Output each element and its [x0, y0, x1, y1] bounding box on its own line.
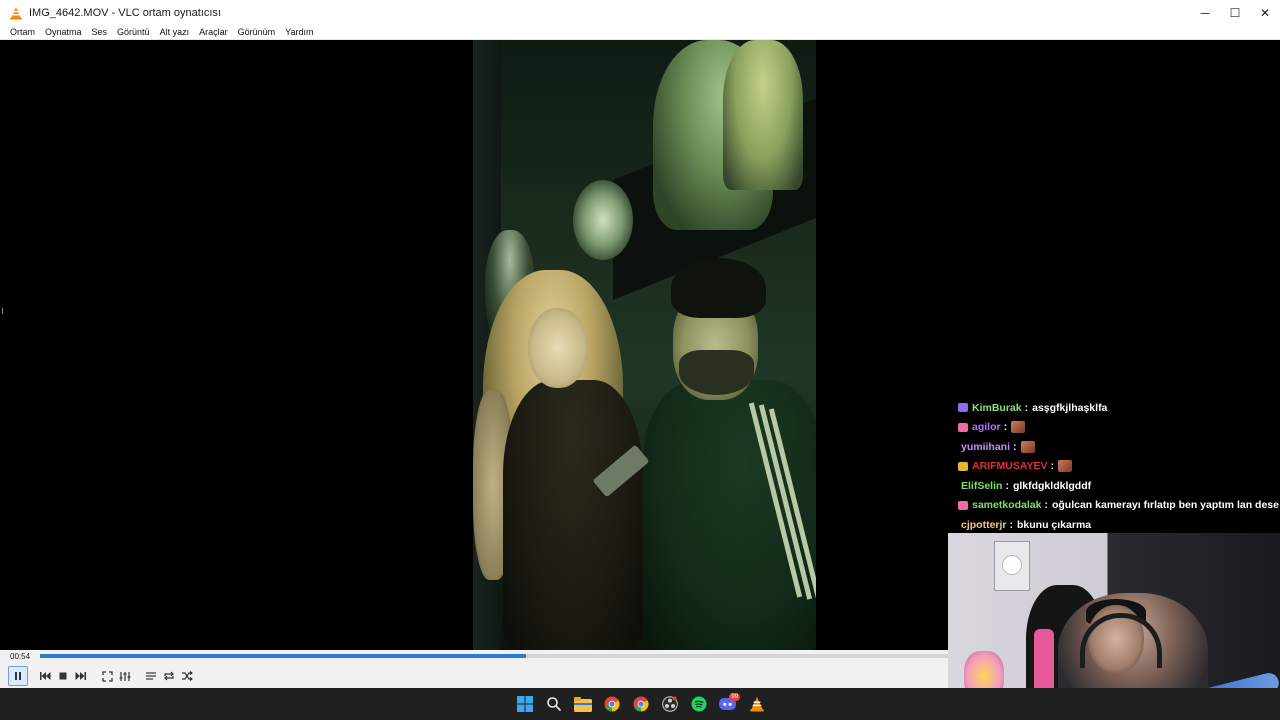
- stream-chat-overlay: KimBurak : asşgfkjlhaşklfa agilor : yumi…: [958, 398, 1280, 535]
- crowd-person: [573, 180, 633, 260]
- chat-separator: :: [1024, 401, 1029, 414]
- chat-separator: :: [1044, 499, 1048, 512]
- man-hair: [671, 258, 766, 318]
- spotify-icon[interactable]: [684, 688, 713, 720]
- loop-icon: [164, 671, 174, 681]
- menu-goruntu[interactable]: Görüntü: [112, 26, 155, 39]
- discord-icon[interactable]: 99: [713, 688, 742, 720]
- title-bar: IMG_4642.MOV - VLC ortam oynatıcısı ─ ☐ …: [0, 0, 1280, 26]
- chat-separator: :: [1013, 440, 1017, 453]
- side-marker: [2, 308, 3, 314]
- chat-message: sametkodalak : oğulcan kamerayı fırlatıp…: [958, 496, 1280, 516]
- chat-text: glkfdgkldklgddf: [1012, 479, 1092, 492]
- loop-button[interactable]: [160, 667, 178, 685]
- next-icon: [75, 672, 86, 680]
- cat-badge-icon: [958, 422, 968, 432]
- chat-text: asşgfkjlhaşklfa: [1032, 401, 1108, 414]
- discord-notification-badge: 99: [729, 693, 740, 701]
- maximize-button[interactable]: ☐: [1220, 0, 1250, 26]
- menu-oynatma[interactable]: Oynatma: [40, 26, 87, 39]
- chat-username: cjpotterjr: [961, 518, 1007, 531]
- playback-controls: [0, 664, 948, 688]
- playlist-icon: [146, 672, 156, 680]
- pause-button[interactable]: [8, 666, 28, 686]
- crown-badge-icon: [958, 461, 968, 471]
- close-button[interactable]: ✕: [1250, 0, 1280, 26]
- chat-message: ElifSelin : glkfdgkldklgddf: [958, 476, 1280, 496]
- chat-username: yumiihani: [961, 440, 1011, 453]
- shuffle-icon: [182, 671, 193, 681]
- fullscreen-button[interactable]: [98, 667, 116, 685]
- chat-message: agilor :: [958, 418, 1280, 438]
- fullscreen-icon: [101, 670, 113, 682]
- taskbar: 99: [0, 688, 1280, 720]
- emote-icon: [1011, 421, 1026, 434]
- emote-icon: [1057, 460, 1072, 473]
- chrome-icon[interactable]: [597, 688, 626, 720]
- chat-message: KimBurak : asşgfkjlhaşklfa: [958, 398, 1280, 418]
- elapsed-time: 00:54: [10, 652, 31, 661]
- chat-text: oğulcan kamerayı fırlatıp ben yaptım lan…: [1051, 499, 1279, 512]
- windows-start-icon[interactable]: [510, 688, 539, 720]
- menu-alt-yazi[interactable]: Alt yazı: [155, 26, 195, 39]
- chat-separator: :: [1003, 421, 1008, 434]
- woman-body: [503, 380, 643, 650]
- vlc-icon[interactable]: [742, 688, 771, 720]
- chat-separator: :: [1005, 479, 1009, 492]
- previous-icon: [40, 672, 51, 680]
- chat-separator: :: [1009, 518, 1014, 531]
- minimize-button[interactable]: ─: [1190, 0, 1220, 26]
- chrome-alt-icon[interactable]: [626, 688, 655, 720]
- stop-button[interactable]: [54, 667, 72, 685]
- chat-message: cjpotterjr : bkunu çıkarma: [958, 515, 1280, 535]
- search-icon[interactable]: [539, 688, 568, 720]
- chat-username: KimBurak: [972, 401, 1022, 414]
- seek-row: 00:54: [0, 650, 948, 664]
- file-explorer-icon[interactable]: [568, 688, 597, 720]
- shuffle-button[interactable]: [178, 667, 196, 685]
- man-beard: [679, 350, 754, 395]
- previous-button[interactable]: [36, 667, 54, 685]
- window-title: IMG_4642.MOV - VLC ortam oynatıcısı: [29, 7, 221, 19]
- equalizer-icon: [119, 671, 131, 681]
- menu-gorunum[interactable]: Görünüm: [233, 26, 281, 39]
- poster-cat: [1002, 555, 1022, 575]
- stop-icon: [59, 672, 67, 680]
- menu-araclar[interactable]: Araçlar: [194, 26, 233, 39]
- woman-face: [528, 308, 588, 388]
- chat-message: ARIFMUSAYEV :: [958, 457, 1280, 477]
- menu-ortam[interactable]: Ortam: [5, 26, 40, 39]
- obs-icon[interactable]: [655, 688, 684, 720]
- menu-ses[interactable]: Ses: [87, 26, 113, 39]
- vlc-cone-icon: [9, 6, 23, 20]
- crowd-person: [723, 40, 803, 190]
- playlist-button[interactable]: [142, 667, 160, 685]
- chat-username: sametkodalak: [972, 499, 1042, 512]
- chat-text: bkunu çıkarma: [1017, 518, 1092, 531]
- window-controls: ─ ☐ ✕: [1190, 0, 1280, 26]
- extended-settings-button[interactable]: [116, 667, 134, 685]
- chat-message: yumiihani :: [958, 437, 1280, 457]
- emote-icon: [1020, 440, 1035, 453]
- chat-username: ARIFMUSAYEV: [972, 460, 1048, 473]
- chat-username: ElifSelin: [961, 479, 1003, 492]
- menu-yardim[interactable]: Yardım: [280, 26, 318, 39]
- taskbar-icons: 99: [510, 688, 771, 720]
- seek-bar-fill: [40, 654, 526, 658]
- chat-username: agilor: [972, 421, 1001, 434]
- chat-separator: :: [1050, 460, 1054, 473]
- pause-icon: [15, 672, 21, 680]
- next-button[interactable]: [72, 667, 90, 685]
- seek-bar[interactable]: [40, 654, 948, 658]
- cat-badge-icon: [958, 500, 968, 510]
- heart-badge-icon: [958, 403, 968, 413]
- menu-bar: Ortam Oynatma Ses Görüntü Alt yazı Araçl…: [0, 26, 1280, 40]
- video-frame: [473, 40, 816, 650]
